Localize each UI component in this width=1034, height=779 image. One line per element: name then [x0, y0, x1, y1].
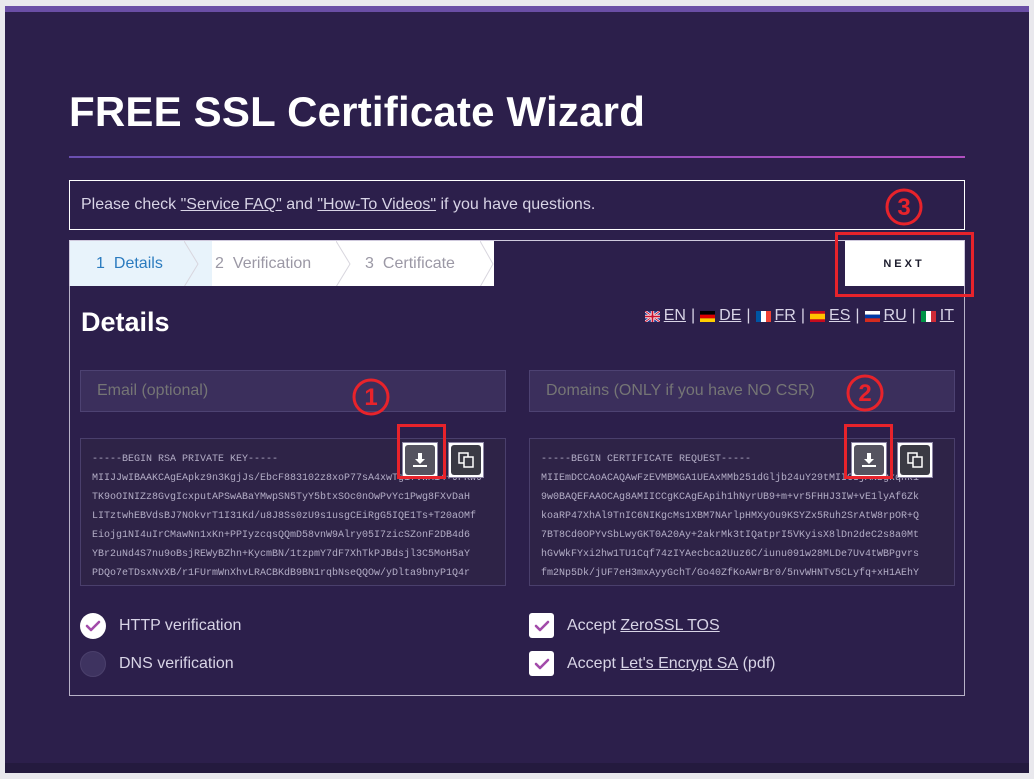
step-number: 2 [215, 255, 224, 272]
wizard-steps: 1 Details 2 Verification 3 Certificate [69, 240, 965, 287]
france-flag-icon [755, 310, 771, 322]
lang-label: EN [663, 307, 686, 324]
next-button[interactable]: NEXT [845, 241, 963, 286]
key-line: MIIEmDCCAoACAQAwFzEVMBMGA1UEAxMMb251dGlj… [541, 473, 920, 484]
download-icon [413, 453, 427, 467]
checkmark-icon [85, 620, 101, 632]
lang-separator: | [855, 307, 860, 324]
lang-label: FR [774, 307, 796, 324]
email-field[interactable] [80, 370, 506, 412]
key-line: hGvWkFYxi2hw1TU1Cqf74zIYAecbca2Uuz6C/iun… [541, 549, 920, 560]
title-divider [69, 156, 965, 158]
page-title: FREE SSL Certificate Wizard [69, 88, 646, 135]
lang-separator: | [746, 307, 751, 324]
uk-flag-icon [644, 310, 660, 322]
key-line: PDQo7eTDsxNvXB/r1FUrmWnXhvLRACBKdB9BN1rq… [92, 568, 471, 579]
lang-ru[interactable]: RU [864, 307, 907, 325]
step-number: 1 [96, 255, 105, 272]
step-chevron-icon [184, 241, 199, 287]
checkmark-icon [534, 620, 549, 631]
download-icon [862, 453, 876, 467]
lang-it[interactable]: IT [920, 307, 954, 325]
option-prefix: Accept [567, 616, 621, 634]
key-line: zN4wo7HTpE1q5mVkT/n8cQDb4GVFcZEK3M4q7fDP… [541, 583, 954, 585]
letsencrypt-sa-link[interactable]: Let's Encrypt SA [620, 655, 738, 673]
private-key-text: -----BEGIN RSA PRIVATE KEY----- MIIJJwIBA… [92, 450, 505, 585]
step-label: Certificate [382, 255, 455, 272]
key-line: 7BT8Cd0OPYvSbLwyGKT0A20Ay+2akrMk3tIQatpr… [541, 530, 920, 541]
lang-fr[interactable]: FR [755, 307, 796, 325]
lang-de[interactable]: DE [700, 307, 741, 325]
checkbox-checked[interactable] [529, 613, 554, 638]
lang-label: IT [939, 307, 954, 324]
lang-label: ES [829, 307, 851, 324]
option-label: HTTP verification [119, 617, 242, 634]
domains-field[interactable] [529, 370, 955, 412]
http-verification-option[interactable]: HTTP verification [80, 613, 241, 639]
bottom-bar [5, 763, 1029, 773]
csr-textarea[interactable]: -----BEGIN CERTIFICATE REQUEST----- MIIEm… [529, 438, 955, 586]
radio-checked[interactable] [80, 613, 106, 639]
radio-unchecked[interactable] [80, 651, 106, 677]
help-middle: and [281, 196, 318, 213]
download-private-key-button[interactable] [402, 442, 438, 478]
key-line: D7F5nqwFdQDvPOBGNv+V1tv187P+aD8fgYsEW3aC… [92, 583, 505, 585]
russia-flag-icon [864, 310, 880, 322]
download-csr-button[interactable] [851, 442, 887, 478]
step-chevron-icon [336, 241, 351, 287]
step-certificate[interactable]: 3 Certificate [365, 241, 485, 287]
germany-flag-icon [700, 310, 716, 322]
lang-en[interactable]: EN [644, 307, 686, 325]
key-line: koaRP47XhAl9TnIC6NIKgcMs1XBM7NArlpHMXyOu… [541, 511, 920, 522]
key-line: Eiojg1NI4uIrCMawNn1xKn+PPIyzcqsQQmD58vnW… [92, 530, 471, 541]
step-number: 3 [365, 255, 374, 272]
step-label: Verification [232, 255, 312, 272]
help-text: Please check "Service FAQ" and "How-To V… [81, 196, 595, 214]
key-line: YBr2uNd4S7nu9oBsjREWyBZhn+KycmBN/1tzpmY7… [92, 549, 471, 560]
csr-text: -----BEGIN CERTIFICATE REQUEST----- MIIEm… [541, 450, 954, 585]
details-panel: Details EN | DE | FR | ES | RU | IT Emai… [69, 286, 965, 696]
key-line: -----BEGIN CERTIFICATE REQUEST----- [541, 454, 752, 465]
lang-separator: | [911, 307, 916, 324]
copy-csr-button[interactable] [897, 442, 933, 478]
copy-private-key-button[interactable] [448, 442, 484, 478]
step-label: Details [113, 255, 163, 272]
lang-label: RU [883, 307, 907, 324]
help-notice: Please check "Service FAQ" and "How-To V… [69, 180, 965, 230]
lang-es[interactable]: ES [810, 307, 850, 325]
details-heading: Details [81, 307, 170, 337]
key-line: LITztwhEBVdsBJ7NOkvrT1I31Kd/u8J8Ss0zU9s1… [92, 511, 477, 522]
italy-flag-icon [920, 310, 936, 322]
key-line: fm2Np5Dk/jUF7eH3mxAyyGchT/Go40ZfKoAWrBr0… [541, 568, 920, 579]
key-line: -----BEGIN RSA PRIVATE KEY----- [92, 454, 279, 465]
lang-label: DE [719, 307, 742, 324]
lang-separator: | [800, 307, 806, 324]
steps-gap [494, 241, 844, 287]
spain-flag-icon [810, 310, 826, 322]
option-label: DNS verification [119, 655, 234, 672]
dns-verification-option[interactable]: DNS verification [80, 651, 234, 677]
lang-separator: | [690, 307, 696, 324]
help-prefix: Please check [81, 196, 181, 213]
option-prefix: Accept [567, 654, 621, 672]
step-verification[interactable]: 2 Verification [215, 241, 335, 287]
checkbox-checked[interactable] [529, 651, 554, 676]
how-to-videos-link[interactable]: "How-To Videos" [317, 196, 436, 213]
zerossl-tos-link[interactable]: ZeroSSL TOS [620, 617, 719, 635]
top-accent-bar [5, 6, 1029, 12]
page-frame: FREE SSL Certificate Wizard Please check… [5, 6, 1029, 773]
checkmark-icon [534, 658, 549, 669]
copy-icon [458, 452, 474, 468]
service-faq-link[interactable]: "Service FAQ" [181, 196, 282, 213]
key-line: MIIJJwIBAAKCAgEApkz9n3KgjJs/EbcF883102z8… [92, 473, 483, 484]
accept-zerossl-tos-option[interactable]: Accept ZeroSSL TOS [529, 613, 720, 638]
copy-icon [907, 452, 923, 468]
key-line: 9w0BAQEFAAOCAg8AMIICCgKCAgEApih1hNyrUB9+… [541, 492, 920, 503]
help-suffix: if you have questions. [436, 196, 596, 213]
accept-letsencrypt-sa-option[interactable]: Accept Let's Encrypt SA (pdf) [529, 651, 775, 676]
language-switcher: EN | DE | FR | ES | RU | IT [644, 307, 954, 325]
private-key-textarea[interactable]: -----BEGIN RSA PRIVATE KEY----- MIIJJwIBA… [80, 438, 506, 586]
option-suffix: (pdf) [738, 654, 776, 672]
key-line: TK9oOINIZz8GvgIcxputAPSwABaYMwpSN5TyY5bt… [92, 492, 471, 503]
